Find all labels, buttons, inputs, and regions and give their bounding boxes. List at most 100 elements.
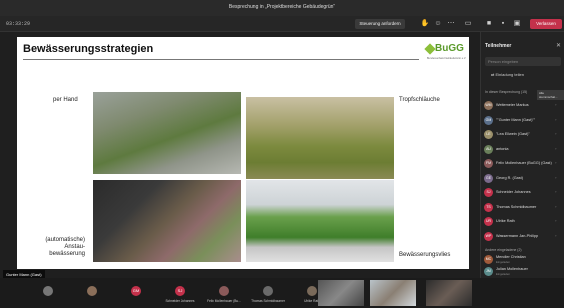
avatar: MC	[484, 255, 493, 264]
label-fleece: Bewässerungsvlies	[399, 252, 451, 258]
label-auto-line3: bewässerung	[49, 251, 85, 257]
more-icon[interactable]: ⋯	[446, 19, 456, 29]
participant-search-input[interactable]: Person eingeben	[485, 57, 561, 66]
avatar: LE	[484, 130, 493, 139]
mic-icon: ◦	[555, 131, 557, 136]
mic-icon: ◦	[555, 145, 557, 151]
tile-name: Thomas Schmidbaumer	[251, 299, 285, 303]
tile-name: Felix Mollenhauer (Bu...	[207, 299, 241, 303]
people-icon[interactable]: ■	[484, 19, 494, 29]
participant-item[interactable]: TS Thomas Schmidbaumer ◦	[484, 202, 562, 214]
video-tile[interactable]	[370, 280, 416, 306]
avatar: TS	[484, 202, 493, 212]
participant-item[interactable]: GE Georg R. (Gast) ◦	[484, 173, 562, 185]
participant-status: Eingeladen	[496, 272, 510, 276]
hand-icon[interactable]: ✋	[420, 19, 430, 29]
avatar: GE	[484, 173, 493, 183]
participant-item[interactable]: GM ""Gunter Mann (Gast)"" ◦	[484, 115, 562, 127]
video-tile[interactable]	[318, 280, 364, 306]
participant-tile[interactable]: GM	[114, 282, 158, 304]
section-in-meeting[interactable]: In dieser Besprechung (15)	[485, 90, 535, 94]
participant-tile[interactable]: Thomas Schmidbaumer	[246, 282, 290, 304]
shared-screen-stage: Bewässerungsstrategien BuGG Bundesverban…	[0, 32, 480, 279]
participants-panel: Teilnehmer ✕ Person eingeben ⇄ Einladung…	[480, 32, 564, 278]
mute-all-button[interactable]: Alle stummschal...	[537, 90, 564, 100]
participant-name: Schneider Johannes	[496, 190, 531, 194]
participant-name: antonia	[496, 146, 509, 151]
label-auto-line1: (automatische)	[45, 237, 85, 243]
request-control-button[interactable]: Steuerung anfordern	[355, 19, 405, 29]
mic-icon: ◦	[555, 160, 557, 165]
participant-item[interactable]: SJ Schneider Johannes ◦	[484, 187, 562, 199]
label-per-hand: per Hand	[53, 97, 78, 103]
camera-icon[interactable]: ▭	[463, 19, 473, 29]
logo-subtitle: Bundesverband GebäudeGrün e.V.	[427, 57, 466, 60]
participant-tile[interactable]	[26, 282, 70, 304]
mic-icon: ◦	[555, 174, 557, 180]
share-invite-button[interactable]: ⇄ Einladung teilen	[491, 72, 524, 77]
participant-status: Eingeladen	[496, 260, 510, 264]
participant-name: Felix Mollenhauer (BuGG) (Gast)	[496, 161, 552, 165]
mic-icon: ◦	[555, 203, 557, 209]
participant-tile[interactable]: SJ Schneider Johannes	[158, 282, 202, 304]
panel-title: Teilnehmer	[485, 43, 512, 49]
video-tile[interactable]	[426, 280, 472, 306]
avatar: GM	[484, 115, 493, 125]
participant-item[interactable]: WM Weitemeier Markus ◦	[484, 100, 562, 112]
participant-item[interactable]: FM Felix Mollenhauer (BuGG) (Gast) ◦	[484, 158, 562, 170]
mic-icon: ◦	[555, 102, 557, 107]
participant-item[interactable]: LE "Lea Ellwein (Gast)" ◦	[484, 129, 562, 141]
close-icon[interactable]: ✕	[556, 42, 561, 49]
avatar: AU	[484, 144, 493, 154]
meeting-toolbar: 03:33:29 Steuerung anfordern ✋ ☺ ⋯ ▭ ■ ▪…	[0, 16, 564, 32]
participant-tile[interactable]: Felix Mollenhauer (Bu...	[202, 282, 246, 304]
participant-name: Julian Mollenhauer	[496, 267, 528, 271]
avatar	[263, 286, 273, 296]
avatar: SJ	[175, 286, 185, 296]
photo-storage-irrigation	[93, 180, 241, 262]
participant-name: ""Gunter Mann (Gast)""	[496, 117, 536, 122]
section-others[interactable]: Andere eingeladene (2)	[485, 248, 522, 252]
logo-cube-icon	[424, 43, 436, 55]
avatar: FM	[484, 159, 493, 168]
participant-strip: GM SJ Schneider Johannes Felix Mollenhauer …	[0, 278, 564, 308]
slide-divider	[23, 59, 419, 60]
avatar	[219, 286, 229, 296]
mic-icon: ◦	[555, 218, 557, 223]
tile-name: Schneider Johannes	[165, 299, 195, 303]
participant-name: Ulrike Rath	[496, 219, 515, 223]
share-icon[interactable]: ▣	[512, 19, 522, 29]
bugg-logo: BuGG Bundesverband GebäudeGrün e.V.	[423, 40, 466, 64]
photo-drip-hoses	[246, 97, 394, 179]
avatar: UR	[484, 217, 493, 226]
avatar	[307, 286, 317, 296]
participant-item[interactable]: UR Ulrike Rath ◦	[484, 216, 562, 228]
participant-item[interactable]: AU antonia ◦	[484, 144, 562, 156]
mic-icon: ◦	[555, 116, 557, 122]
participant-name: Thomas Schmidbaumer	[496, 204, 537, 209]
photo-irrigation-fleece	[246, 180, 394, 262]
slide-title: Bewässerungsstrategien	[23, 43, 154, 55]
participant-name: Wassermann Jan-Philipp	[496, 233, 539, 238]
window-title: Besprechung in „Projektbereiche Gebäudeg…	[228, 4, 336, 10]
share-invite-label: Einladung teilen	[495, 72, 524, 77]
avatar: WP	[484, 231, 493, 241]
leave-button[interactable]: Verlassen	[530, 19, 562, 29]
invited-item[interactable]: JM Julian Mollenhauer Eingeladen	[484, 266, 562, 278]
reactions-icon[interactable]: ☺	[433, 19, 443, 29]
avatar: WM	[484, 101, 493, 110]
avatar	[87, 286, 97, 296]
title-bar: Besprechung in „Projektbereiche Gebäudeg…	[0, 0, 564, 16]
participant-name: Weitemeier Markus	[496, 103, 529, 107]
invited-item[interactable]: MC Mendler Christian Eingeladen	[484, 254, 562, 266]
meeting-timer: 03:33:29	[6, 21, 31, 27]
chat-icon[interactable]: ▪	[498, 19, 508, 29]
logo-text: BuGG	[435, 43, 464, 54]
mic-icon: ◦	[555, 189, 557, 194]
presentation-slide: Bewässerungsstrategien BuGG Bundesverban…	[17, 37, 469, 269]
participant-name: "Lea Ellwein (Gast)"	[496, 132, 530, 136]
avatar	[43, 286, 53, 296]
label-drip: Tropfschläuche	[399, 97, 440, 103]
participant-tile[interactable]	[70, 282, 114, 304]
participant-item[interactable]: WP Wassermann Jan-Philipp ◦	[484, 231, 562, 243]
